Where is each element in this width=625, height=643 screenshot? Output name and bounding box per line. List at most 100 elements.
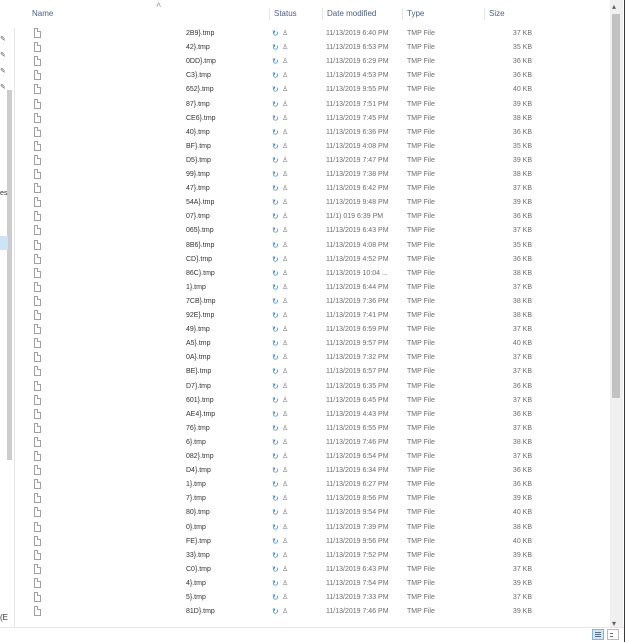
file-row[interactable]: 5}.tmp ↻ ♙ 11/13/2019 7:33 PM TMP File 37 KB	[14, 591, 610, 605]
file-row[interactable]: BF}.tmp ↻ ♙ 11/13/2019 4:08 PM TMP File 35 KB	[14, 140, 610, 154]
file-row[interactable]: 8B6}.tmp ↻ ♙ 11/13/2019 4:08 PM TMP File 35 K…	[14, 239, 610, 253]
file-icon	[34, 239, 41, 250]
file-row[interactable]: 47}.tmp ↻ ♙ 11/13/2019 6:42 PM TMP File 37 KB	[14, 182, 610, 196]
file-row[interactable]: 065}.tmp ↻ ♙ 11/13/2019 6:43 PM TMP File 37 K…	[14, 224, 610, 238]
file-type: TMP File	[407, 283, 435, 291]
nav-item-selected[interactable]	[0, 236, 8, 250]
file-row[interactable]: 49}.tmp ↻ ♙ 11/13/2019 6:59 PM TMP File 37 KB	[14, 323, 610, 337]
file-row[interactable]: 1}.tmp ↻ ♙ 11/13/2019 6:27 PM TMP File 36 KB	[14, 478, 610, 492]
file-name: 4}.tmp	[186, 579, 206, 587]
file-type: TMP File	[407, 579, 435, 587]
file-row[interactable]: 4}.tmp ↻ ♙ 11/13/2019 7:54 PM TMP File 39 KB	[14, 577, 610, 591]
file-row[interactable]: 601}.tmp ↻ ♙ 11/13/2019 6:45 PM TMP File 37 K…	[14, 394, 610, 408]
file-row[interactable]: 652}.tmp ↻ ♙ 11/13/2019 9:55 PM TMP File 40 K…	[14, 83, 610, 97]
file-type: TMP File	[407, 382, 435, 390]
file-row[interactable]: FE}.tmp ↻ ♙ 11/13/2019 9:56 PM TMP File 40 KB	[14, 535, 610, 549]
shared-people-icon: ♙	[282, 354, 289, 362]
navigation-pane[interactable]: ✎ ✎ ✎ ✎ es (E	[0, 0, 15, 642]
shared-people-icon: ♙	[282, 438, 289, 446]
file-date-modified: 11/13/2019 6:43 PM	[326, 227, 389, 235]
file-row[interactable]: 7CB}.tmp ↻ ♙ 11/13/2019 7:36 PM TMP File 38 K…	[14, 295, 610, 309]
vertical-scrollbar[interactable]: ▴ ▾	[610, 0, 623, 630]
shared-people-icon: ♙	[282, 227, 289, 235]
file-row[interactable]: C0}.tmp ↻ ♙ 11/13/2019 6:43 PM TMP File 37 KB	[14, 563, 610, 577]
file-row[interactable]: 40}.tmp ↻ ♙ 11/13/2019 6:36 PM TMP File 36 KB	[14, 126, 610, 140]
file-row[interactable]: 92E}.tmp ↻ ♙ 11/13/2019 7:41 PM TMP File 38 K…	[14, 309, 610, 323]
file-type: TMP File	[407, 44, 435, 52]
file-row[interactable]: CD}.tmp ↻ ♙ 11/13/2019 4:52 PM TMP File 36 KB	[14, 253, 610, 267]
file-row[interactable]: D5}.tmp ↻ ♙ 11/13/2019 7:47 PM TMP File 39 KB	[14, 154, 610, 168]
file-row[interactable]: 082}.tmp ↻ ♙ 11/13/2019 6:54 PM TMP File 37 K…	[14, 450, 610, 464]
details-view-button[interactable]	[592, 629, 604, 640]
file-row[interactable]: 07}.tmp ↻ ♙ 11/1) 019 6:39 PM TMP File 36 KB	[14, 210, 610, 224]
shared-people-icon: ♙	[282, 537, 289, 545]
column-header-size[interactable]: Size	[484, 8, 540, 20]
large-icons-view-button[interactable]	[607, 629, 619, 640]
file-row[interactable]: D7}.tmp ↻ ♙ 11/13/2019 6:35 PM TMP File 36 KB	[14, 380, 610, 394]
file-name: 92E}.tmp	[186, 312, 215, 319]
sync-icon: ↻	[272, 184, 279, 194]
file-row[interactable]: 6}.tmp ↻ ♙ 11/13/2019 7:46 PM TMP File 38 KB	[14, 436, 610, 450]
file-icon	[34, 295, 41, 306]
file-row[interactable]: C3}.tmp ↻ ♙ 11/13/2019 4:53 PM TMP File 36 KB	[14, 69, 610, 83]
nav-item-drive[interactable]: (E	[0, 613, 8, 622]
file-row[interactable]: 0A}.tmp ↻ ♙ 11/13/2019 7:32 PM TMP File 37 KB	[14, 351, 610, 365]
column-header-date-modified[interactable]: Date modified	[322, 8, 402, 20]
file-size: 36 KB	[512, 128, 532, 136]
file-size: 35 KB	[512, 241, 532, 249]
shared-people-icon: ♙	[282, 72, 289, 80]
file-row[interactable]: 99}.tmp ↻ ♙ 11/13/2019 7:38 PM TMP File 38 KB	[14, 168, 610, 182]
file-row[interactable]: 0}.tmp ↻ ♙ 11/13/2019 7:39 PM TMP File 38 KB	[14, 521, 610, 535]
file-row[interactable]: 54A}.tmp ↻ ♙ 11/13/2019 9:48 PM TMP File 39 K…	[14, 196, 610, 210]
sync-icon: ↻	[272, 536, 279, 546]
file-name: C3}.tmp	[186, 72, 211, 80]
shared-people-icon: ♙	[282, 368, 289, 376]
file-row[interactable]: 33}.tmp ↻ ♙ 11/13/2019 7:52 PM TMP File 39 KB	[14, 549, 610, 563]
file-row[interactable]: 1}.tmp ↻ ♙ 11/13/2019 6:44 PM TMP File 37 KB	[14, 281, 610, 295]
scroll-up-icon[interactable]: ▴	[612, 2, 616, 11]
file-row[interactable]: 76}.tmp ↻ ♙ 11/13/2019 6:55 PM TMP File 37 KB	[14, 422, 610, 436]
file-date-modified: 11/13/2019 9:57 PM	[326, 340, 389, 348]
file-list[interactable]: 2B9}.tmp ↻ ♙ 11/13/2019 6:40 PM TMP File 37 K…	[14, 27, 610, 627]
file-row[interactable]: 81D}.tmp ↻ ♙ 11/13/2019 7:46 PM TMP File 39 K…	[14, 605, 610, 619]
file-row[interactable]: 2B9}.tmp ↻ ♙ 11/13/2019 6:40 PM TMP File 37 K…	[14, 27, 610, 41]
file-size: 39 KB	[512, 551, 532, 559]
file-row[interactable]: 86C}.tmp ↻ ♙ 11/13/2019 10:04 ... TMP File 38…	[14, 267, 610, 281]
file-icon	[34, 338, 41, 349]
file-size: 38 KB	[512, 312, 532, 319]
file-icon	[34, 507, 41, 518]
file-type: TMP File	[407, 481, 435, 489]
file-row[interactable]: 7}.tmp ↻ ♙ 11/13/2019 8:56 PM TMP File 39 KB	[14, 492, 610, 506]
file-type: TMP File	[407, 467, 435, 475]
shared-people-icon: ♙	[282, 255, 289, 263]
shared-people-icon: ♙	[282, 495, 289, 503]
file-size: 37 KB	[512, 354, 532, 362]
sync-icon: ↻	[272, 127, 279, 137]
shared-people-icon: ♙	[282, 551, 289, 559]
file-row[interactable]: 42}.tmp ↻ ♙ 11/13/2019 6:53 PM TMP File 35 KB	[14, 41, 610, 55]
file-row[interactable]: BE}.tmp ↻ ♙ 11/13/2019 6:57 PM TMP File 37 KB	[14, 365, 610, 379]
file-row[interactable]: A5}.tmp ↻ ♙ 11/13/2019 9:57 PM TMP File 40 KB	[14, 337, 610, 351]
file-row[interactable]: 0DD}.tmp ↻ ♙ 11/13/2019 6:29 PM TMP File 36 K…	[14, 55, 610, 69]
scrollbar-thumb[interactable]	[612, 14, 620, 398]
file-date-modified: 11/13/2019 6:43 PM	[326, 565, 389, 573]
navigation-scrollbar[interactable]	[7, 90, 12, 460]
file-date-modified: 11/13/2019 8:56 PM	[326, 495, 389, 503]
file-size: 38 KB	[512, 269, 532, 277]
shared-people-icon: ♙	[282, 340, 289, 348]
file-size: 37 KB	[512, 185, 532, 193]
file-row[interactable]: 80}.tmp ↻ ♙ 11/13/2019 9:54 PM TMP File 40 KB	[14, 506, 610, 520]
file-name: 065}.tmp	[186, 227, 214, 235]
file-icon	[34, 465, 41, 476]
file-row[interactable]: AE4}.tmp ↻ ♙ 11/13/2019 4:43 PM TMP File 36 K…	[14, 408, 610, 422]
file-row[interactable]: 87}.tmp ↻ ♙ 11/13/2019 7:51 PM TMP File 39 KB	[14, 98, 610, 112]
sync-icon: ↻	[272, 155, 279, 165]
column-header-type[interactable]: Type	[402, 8, 484, 20]
file-row[interactable]: D4}.tmp ↻ ♙ 11/13/2019 6:34 PM TMP File 36 KB	[14, 464, 610, 478]
column-header-name[interactable]: Name	[28, 8, 268, 20]
file-type: TMP File	[407, 537, 435, 545]
file-row[interactable]: CE6}.tmp ↻ ♙ 11/13/2019 7:45 PM TMP File 38 K…	[14, 112, 610, 126]
file-type: TMP File	[407, 523, 435, 531]
nav-item-fragment[interactable]: es	[0, 190, 7, 197]
column-header-status[interactable]: Status	[269, 8, 323, 20]
